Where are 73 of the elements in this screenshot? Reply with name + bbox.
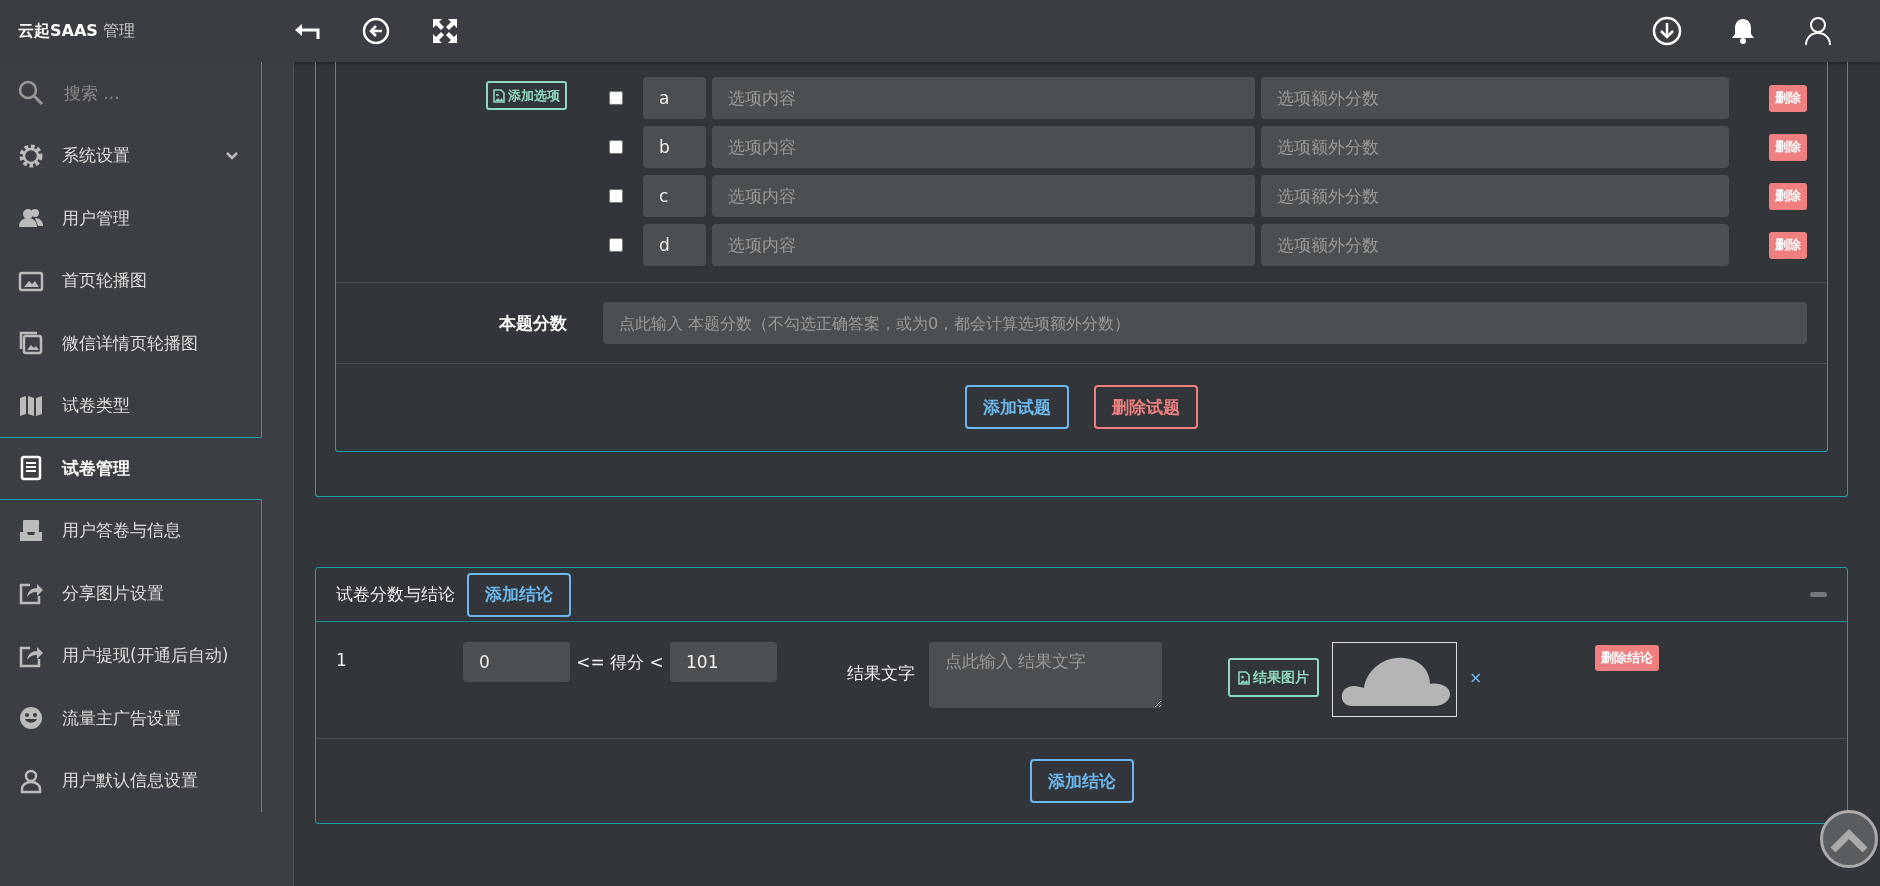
panel-title: 试卷分数与结论 bbox=[336, 583, 455, 606]
sidebar-item-label: 微信详情页轮播图 bbox=[62, 331, 198, 355]
remove-image-button[interactable]: × bbox=[1469, 668, 1483, 687]
scroll-to-top-button[interactable] bbox=[1820, 810, 1878, 868]
notifications-icon[interactable] bbox=[1730, 17, 1756, 45]
option-letter-field[interactable]: a bbox=[643, 77, 706, 119]
user-icon[interactable] bbox=[1804, 16, 1832, 46]
option-letter-field[interactable]: d bbox=[643, 224, 706, 266]
sidebar-item[interactable]: 微信详情页轮播图 bbox=[0, 312, 262, 375]
result-text-label: 结果文字 bbox=[847, 662, 916, 685]
sidebar-item[interactable]: 首页轮播图 bbox=[0, 249, 262, 312]
image-file-icon bbox=[493, 88, 505, 103]
back-arrow-icon[interactable] bbox=[294, 21, 320, 41]
range-label: <= 得分 < bbox=[575, 651, 665, 674]
search-icon bbox=[18, 80, 44, 107]
result-image-button[interactable]: 结果图片 bbox=[1228, 658, 1319, 697]
add-option-button[interactable]: 添加选项 bbox=[486, 81, 567, 110]
sidebar-item-label: 试卷类型 bbox=[62, 394, 130, 418]
delete-question-button[interactable]: 删除试题 bbox=[1094, 385, 1198, 429]
row-number: 1 bbox=[336, 649, 348, 670]
gear-icon bbox=[18, 142, 44, 169]
sidebar-item[interactable]: 用户答卷与信息 bbox=[0, 499, 262, 562]
sidebar-item-label: 试卷管理 bbox=[62, 456, 130, 480]
option-score-field[interactable]: 选项额外分数 bbox=[1260, 224, 1729, 266]
sidebar-item-label: 流量主广告设置 bbox=[62, 706, 181, 730]
inbox-icon bbox=[18, 517, 44, 544]
score-label: 本题分数 bbox=[499, 311, 567, 335]
sidebar-item-label: 用户管理 bbox=[62, 206, 130, 230]
sidebar-item-label: 系统设置 bbox=[62, 144, 130, 168]
images-icon bbox=[18, 330, 44, 357]
circle-arrow-left-icon[interactable] bbox=[362, 17, 390, 45]
sidebar-item[interactable]: 用户提现(开通后自动) bbox=[0, 624, 262, 687]
result-text-field[interactable]: 点此输入 结果文字 bbox=[929, 642, 1162, 708]
option-content-field[interactable]: 选项内容 bbox=[712, 224, 1255, 266]
user-icon bbox=[18, 767, 44, 794]
sidebar-item-label: 首页轮播图 bbox=[62, 269, 147, 293]
sidebar-item[interactable]: 试卷管理 bbox=[0, 437, 262, 500]
sidebar-item-label: 用户提现(开通后自动) bbox=[62, 644, 229, 668]
option-letter-field[interactable]: c bbox=[643, 175, 706, 217]
brand-title: 云起SAAS 管理 bbox=[17, 20, 136, 42]
add-conclusion-button[interactable]: 添加结论 bbox=[1029, 759, 1134, 803]
sidebar-item-label: 用户默认信息设置 bbox=[62, 769, 198, 793]
option-score-field[interactable]: 选项额外分数 bbox=[1260, 126, 1729, 168]
option-checkbox[interactable] bbox=[609, 238, 623, 252]
sidebar-item[interactable]: 流量主广告设置 bbox=[0, 687, 262, 750]
fullscreen-icon[interactable] bbox=[432, 18, 458, 44]
sidebar-item-label: 分享图片设置 bbox=[62, 581, 164, 605]
option-checkbox[interactable] bbox=[609, 189, 623, 203]
option-content-field[interactable]: 选项内容 bbox=[712, 126, 1255, 168]
option-checkbox[interactable] bbox=[609, 91, 623, 105]
smiley-icon bbox=[18, 705, 44, 732]
add-conclusion-button[interactable]: 添加结论 bbox=[467, 572, 571, 617]
add-question-button[interactable]: 添加试题 bbox=[965, 385, 1069, 429]
sidebar-item[interactable]: 分享图片设置 bbox=[0, 562, 262, 625]
sidebar-item-label: 用户答卷与信息 bbox=[62, 519, 181, 543]
chevron-down-icon bbox=[225, 150, 239, 161]
search-field[interactable]: 搜索 ... bbox=[62, 82, 226, 105]
option-content-field[interactable]: 选项内容 bbox=[712, 175, 1255, 217]
sidebar-item[interactable]: 试卷类型 bbox=[0, 374, 262, 437]
download-icon[interactable] bbox=[1652, 16, 1682, 46]
option-letter-field[interactable]: b bbox=[643, 126, 706, 168]
max-score-field[interactable]: 101 bbox=[670, 642, 777, 682]
sidebar-item[interactable]: 系统设置 bbox=[0, 124, 262, 187]
question-score-field[interactable]: 点此输入 本题分数（不勾选正确答案，或为0，都会计算选项额外分数） bbox=[603, 302, 1807, 344]
sidebar-item[interactable]: 用户默认信息设置 bbox=[0, 749, 262, 812]
document-icon bbox=[18, 455, 44, 482]
option-score-field[interactable]: 选项额外分数 bbox=[1260, 175, 1729, 217]
min-score-field[interactable]: 0 bbox=[463, 642, 570, 682]
option-content-field[interactable]: 选项内容 bbox=[712, 77, 1255, 119]
option-checkbox[interactable] bbox=[609, 140, 623, 154]
image-file-icon bbox=[1238, 670, 1250, 685]
sidebar-item[interactable]: 用户管理 bbox=[0, 187, 262, 250]
option-score-field[interactable]: 选项额外分数 bbox=[1260, 77, 1729, 119]
